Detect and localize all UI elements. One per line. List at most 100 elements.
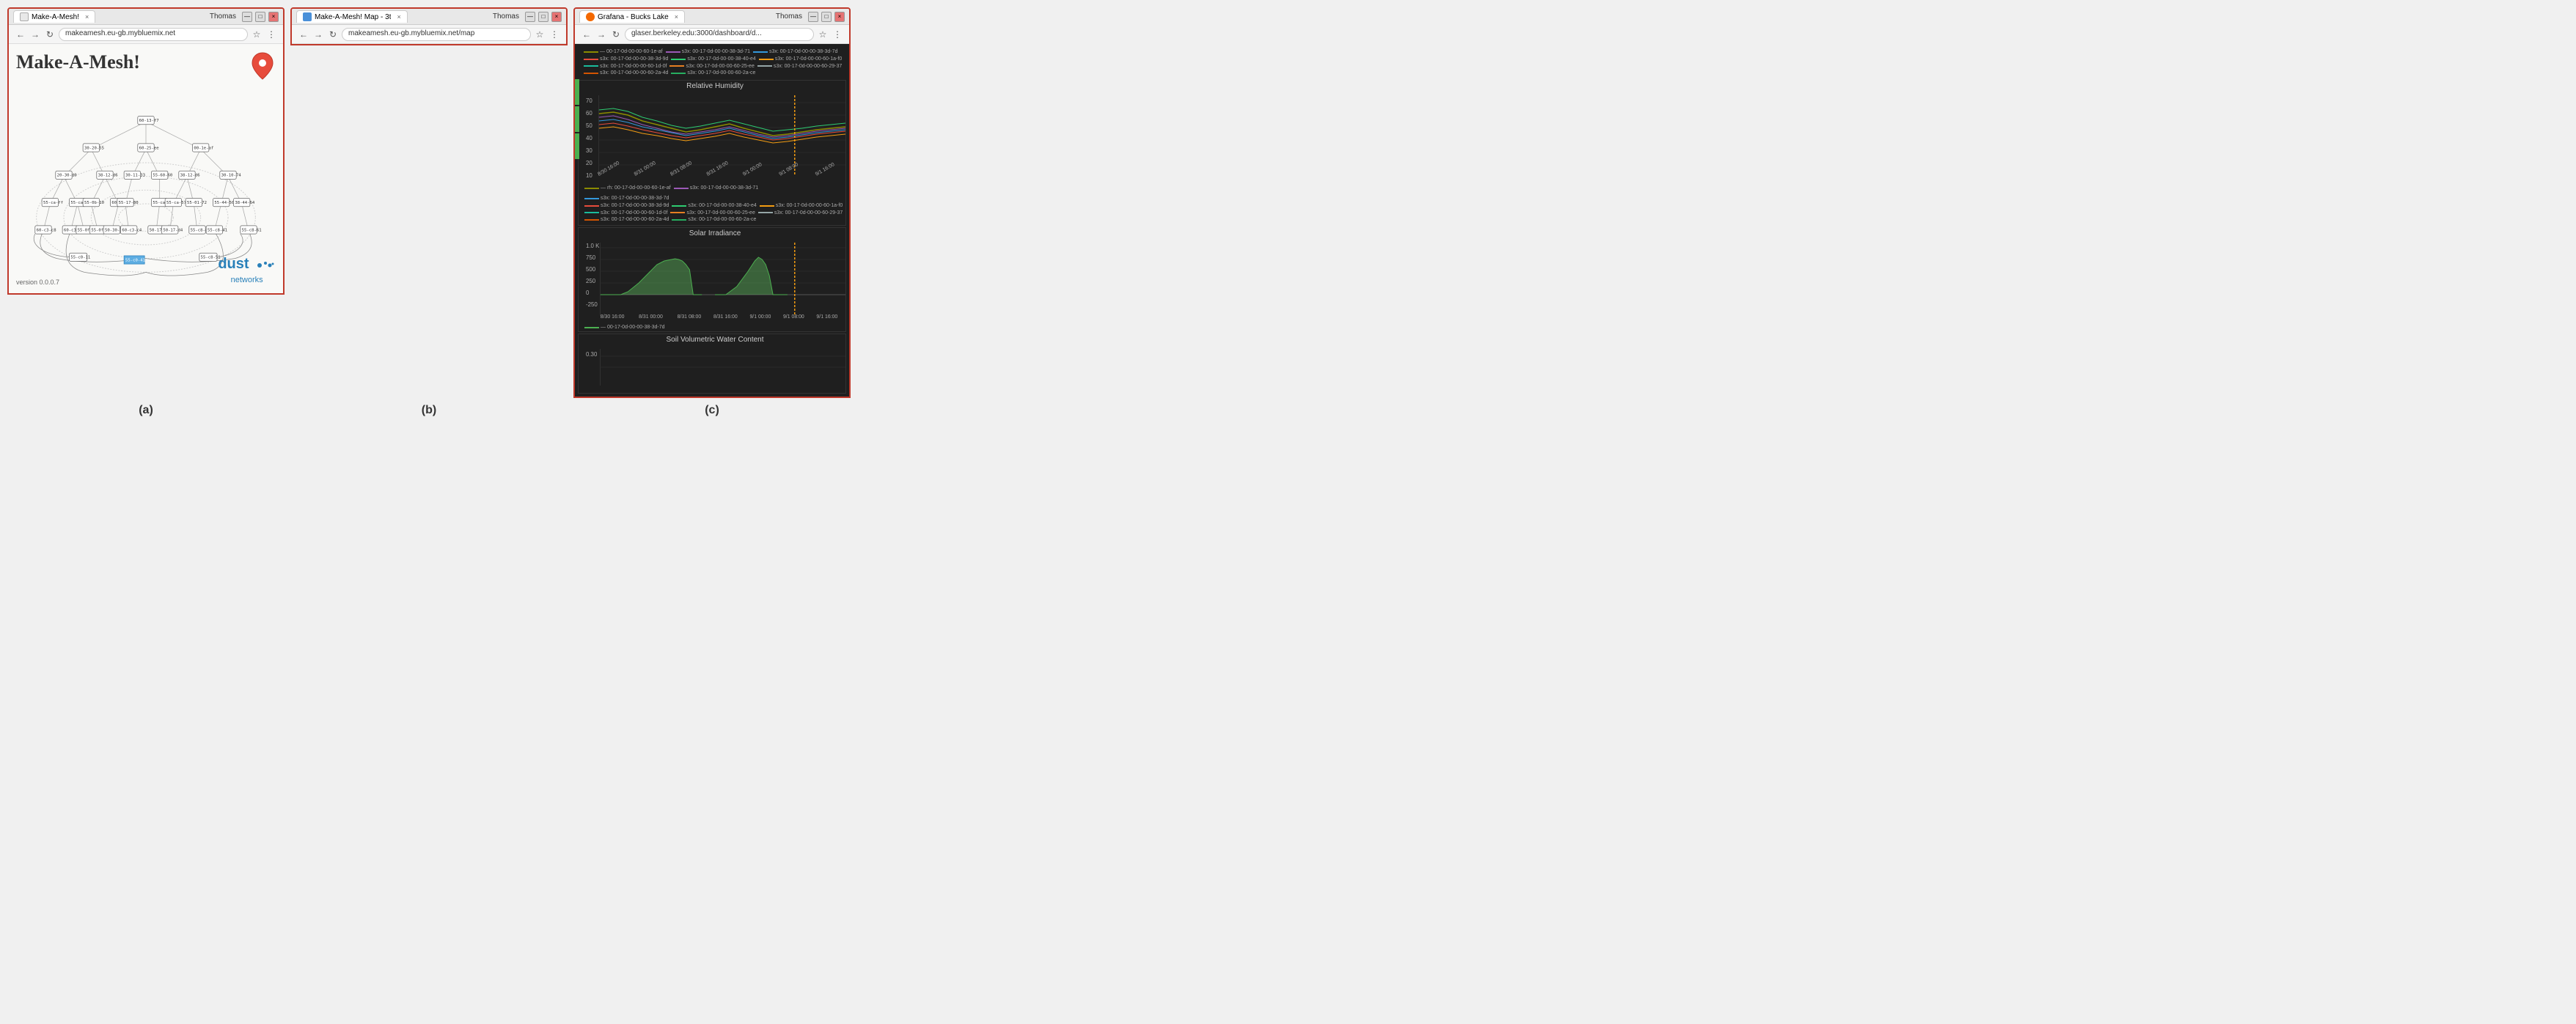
svg-text:60-13-f7: 60-13-f7: [139, 119, 159, 123]
svg-text:60-c3-c4: 60-c3-c4: [122, 228, 142, 232]
tab-close-c[interactable]: ×: [675, 13, 678, 21]
url-field-a[interactable]: makeamesh.eu-gb.mybluemix.net: [59, 28, 248, 41]
svg-text:20-30-d0: 20-30-d0: [57, 174, 77, 178]
svg-text:55-c0-41: 55-c0-41: [125, 258, 145, 262]
svg-text:8/31 00:00: 8/31 00:00: [634, 161, 657, 177]
humidity-chart-title: Relative Humidity: [584, 81, 845, 92]
svg-text:40: 40: [586, 135, 592, 141]
window-controls-a: — □ ×: [242, 12, 279, 22]
refresh-btn-b[interactable]: ↻: [327, 29, 339, 40]
url-field-c[interactable]: glaser.berkeley.edu:3000/dashboard/d...: [625, 28, 814, 41]
mesh-title: Make-A-Mesh!: [16, 51, 276, 73]
svg-text:250: 250: [586, 278, 596, 284]
svg-text:55-c8-61: 55-c8-61: [242, 228, 262, 232]
svg-text:60-25-ee: 60-25-ee: [139, 146, 160, 150]
maximize-btn-a[interactable]: □: [255, 12, 265, 22]
content-c: — 00-17-0d-00-00-60-1e-af s3x: 00-17-0d-…: [575, 44, 849, 397]
svg-text:55-44-50: 55-44-50: [214, 201, 234, 205]
address-bar-a: ← → ↻ makeamesh.eu-gb.mybluemix.net ☆ ⋮: [9, 25, 283, 44]
svg-text:30-20-55: 30-20-55: [84, 146, 104, 150]
close-btn-b[interactable]: ×: [551, 12, 562, 22]
close-btn-a[interactable]: ×: [268, 12, 279, 22]
menu-btn-c[interactable]: ⋮: [832, 29, 843, 40]
back-btn-b[interactable]: ←: [298, 29, 309, 40]
svg-text:00-1e-af: 00-1e-af: [194, 146, 213, 150]
svg-text:50-17-d4: 50-17-d4: [163, 228, 183, 232]
svg-text:0.30: 0.30: [586, 351, 598, 358]
user-name-b: Thomas: [493, 12, 519, 21]
captions-row: (a) (b) (c): [7, 404, 851, 417]
content-a: Make-A-Mesh! .node: [9, 44, 283, 293]
menu-btn-b[interactable]: ⋮: [548, 29, 560, 40]
maximize-btn-b[interactable]: □: [538, 12, 548, 22]
svg-text:55-c8-41: 55-c8-41: [208, 228, 227, 232]
svg-text:30-11-33: 30-11-33: [125, 174, 145, 178]
tab-title-a: Make-A-Mesh!: [32, 13, 79, 21]
tab-favicon-a: [20, 12, 29, 21]
back-btn-a[interactable]: ←: [15, 29, 26, 40]
caption-c: (c): [573, 404, 851, 417]
tab-close-b[interactable]: ×: [397, 13, 400, 21]
svg-text:750: 750: [586, 254, 596, 261]
solar-chart-svg: 1.0 K 750 500 250 0 -250: [584, 239, 845, 320]
version-text: version 0.0.0.7: [16, 279, 59, 286]
svg-text:55-c0-11: 55-c0-11: [70, 256, 90, 260]
svg-text:1.0 K: 1.0 K: [586, 243, 600, 249]
humidity-legend: — rh: 00-17-0d-00-00-60-1e-af s3x: 00-17…: [584, 183, 845, 225]
refresh-btn-c[interactable]: ↻: [610, 29, 622, 40]
dust-logo-name: dust: [218, 256, 249, 272]
titlebar-c: Grafana - Bucks Lake × Thomas — □ ×: [575, 9, 849, 25]
svg-text:9/1 16:00: 9/1 16:00: [815, 162, 836, 177]
forward-btn-b[interactable]: →: [312, 29, 324, 40]
screenshots-row: Make-A-Mesh! × Thomas — □ × ← → ↻ makeam…: [7, 7, 851, 398]
menu-btn-a[interactable]: ⋮: [265, 29, 277, 40]
forward-btn-c[interactable]: →: [595, 29, 607, 40]
svg-text:38-12-d6: 38-12-d6: [180, 174, 200, 178]
svg-text:9/1 08:00: 9/1 08:00: [779, 162, 800, 177]
svg-text:55-ca-57: 55-ca-57: [166, 201, 186, 205]
svg-text:9/1 16:00: 9/1 16:00: [816, 314, 837, 320]
svg-text:20: 20: [586, 160, 592, 166]
svg-text:30-10-74: 30-10-74: [221, 174, 242, 178]
svg-text:10: 10: [586, 172, 592, 179]
tab-a[interactable]: Make-A-Mesh! ×: [13, 10, 95, 23]
tab-favicon-b: [303, 12, 312, 21]
close-btn-c[interactable]: ×: [834, 12, 845, 22]
forward-btn-a[interactable]: →: [29, 29, 41, 40]
tab-close-a[interactable]: ×: [85, 13, 89, 21]
svg-text:38-44-64: 38-44-64: [235, 201, 255, 205]
soil-chart-panel: Soil Volumetric Water Content 0.30: [578, 334, 846, 394]
window-a: Make-A-Mesh! × Thomas — □ × ← → ↻ makeam…: [7, 7, 285, 295]
tab-b[interactable]: Make-A-Mesh! Map - 3t ×: [296, 10, 408, 23]
tab-bar-b: Make-A-Mesh! Map - 3t ×: [296, 10, 490, 23]
svg-text:500: 500: [586, 266, 596, 273]
window-controls-b: — □ ×: [525, 12, 562, 22]
dust-logo-sub: networks: [231, 276, 263, 284]
svg-text:8/31 08:00: 8/31 08:00: [669, 161, 693, 177]
solar-legend: — 00-17-0d-00-00-38-3d-7d: [584, 323, 845, 331]
side-indicators: [575, 79, 579, 159]
svg-text:55-60-60: 55-60-60: [153, 174, 172, 178]
refresh-btn-a[interactable]: ↻: [44, 29, 56, 40]
minimize-btn-c[interactable]: —: [808, 12, 818, 22]
svg-text:-250: -250: [586, 301, 598, 308]
svg-text:55-17-80: 55-17-80: [119, 201, 139, 205]
grafana-page: — 00-17-0d-00-00-60-1e-af s3x: 00-17-0d-…: [575, 44, 849, 397]
star-btn-c[interactable]: ☆: [817, 29, 829, 40]
user-name-a: Thomas: [210, 12, 236, 21]
tab-c[interactable]: Grafana - Bucks Lake ×: [579, 10, 685, 23]
url-field-b[interactable]: makeamesh.eu-gb.mybluemix.net/map: [342, 28, 531, 41]
minimize-btn-b[interactable]: —: [525, 12, 535, 22]
tab-title-c: Grafana - Bucks Lake: [598, 13, 669, 21]
minimize-btn-a[interactable]: —: [242, 12, 252, 22]
maximize-btn-c[interactable]: □: [821, 12, 832, 22]
svg-text:55-ca-ff: 55-ca-ff: [43, 201, 63, 205]
star-btn-a[interactable]: ☆: [251, 29, 263, 40]
back-btn-c[interactable]: ←: [581, 29, 592, 40]
svg-text:8/30 16:00: 8/30 16:00: [601, 314, 625, 320]
soil-chart-title: Soil Volumetric Water Content: [584, 334, 845, 345]
humidity-chart-panel: Relative Humidity 70 60 50 40 30 20 10: [578, 80, 846, 226]
star-btn-b[interactable]: ☆: [534, 29, 546, 40]
svg-text:8/31 08:00: 8/31 08:00: [678, 314, 702, 320]
titlebar-a: Make-A-Mesh! × Thomas — □ ×: [9, 9, 283, 25]
